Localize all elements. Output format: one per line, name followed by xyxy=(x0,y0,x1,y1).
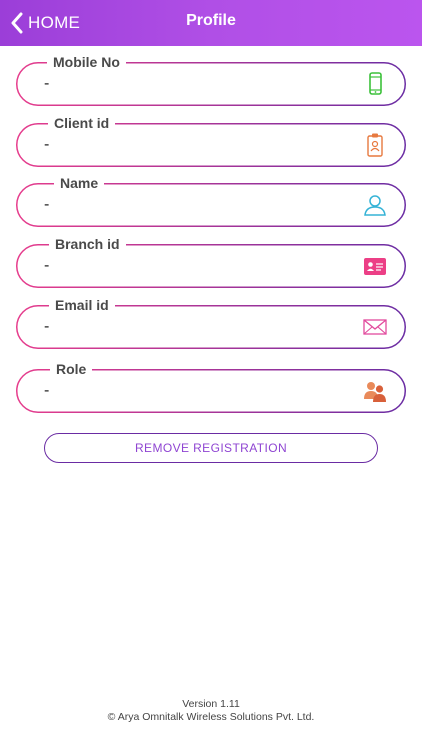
id-badge-icon xyxy=(367,133,383,157)
branch-id-label: Branch id xyxy=(49,236,126,252)
app-header: HOME Profile xyxy=(0,0,422,46)
name-label: Name xyxy=(54,175,105,191)
footer: Version 1.11 © Arya Omnitalk Wireless So… xyxy=(0,698,422,724)
page-title: Profile xyxy=(186,12,236,29)
user-icon xyxy=(364,195,386,216)
remove-registration-button[interactable]: REMOVE REGISTRATION xyxy=(44,433,378,463)
email-id-field[interactable]: Email id - xyxy=(16,297,406,349)
client-id-value: - xyxy=(44,136,50,153)
client-id-field[interactable]: Client id - xyxy=(16,115,406,167)
role-label: Role xyxy=(50,361,93,377)
mobile-no-label: Mobile No xyxy=(47,54,126,70)
role-field[interactable]: Role - xyxy=(16,361,406,413)
email-id-label: Email id xyxy=(49,297,115,313)
mobile-no-field[interactable]: Mobile No - xyxy=(16,54,406,106)
copyright-text: © Arya Omnitalk Wireless Solutions Pvt. … xyxy=(107,711,315,723)
branch-id-value: - xyxy=(44,257,50,274)
users-group-icon xyxy=(364,382,386,402)
mobile-no-value: - xyxy=(44,75,50,92)
envelope-icon xyxy=(363,319,387,335)
name-field[interactable]: Name - xyxy=(16,175,406,227)
branch-id-field[interactable]: Branch id - xyxy=(16,236,406,288)
id-card-icon xyxy=(364,258,386,275)
client-id-label: Client id xyxy=(48,115,116,131)
email-id-value: - xyxy=(44,318,50,335)
role-value: - xyxy=(44,382,50,399)
mobile-phone-icon xyxy=(369,72,382,95)
name-value: - xyxy=(44,196,50,213)
version-text: Version 1.11 xyxy=(182,698,240,710)
